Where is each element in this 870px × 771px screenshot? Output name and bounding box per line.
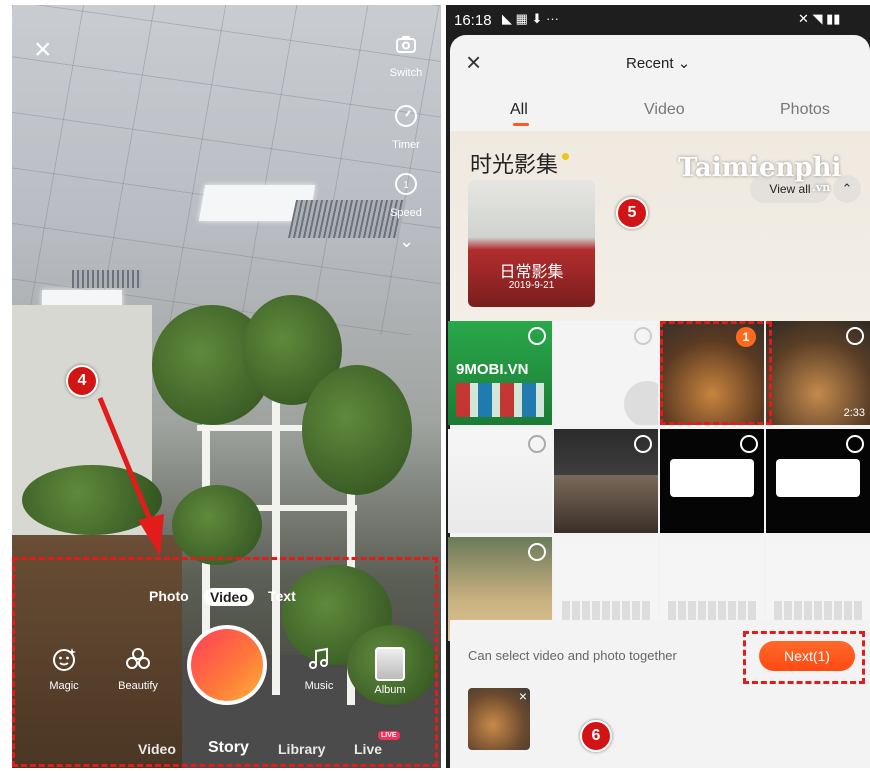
tab-video[interactable]: Video: [644, 101, 685, 119]
select-circle[interactable]: [528, 435, 546, 453]
select-circle[interactable]: [740, 435, 758, 453]
remove-icon[interactable]: ×: [519, 688, 527, 704]
tab-all[interactable]: All: [510, 101, 528, 119]
highlight-box-selected-video: [660, 321, 772, 425]
watermark-suffix: .vn: [812, 181, 831, 194]
arrow-4-shaft: [97, 397, 153, 521]
step-badge-5: 5: [616, 197, 648, 229]
album-dropdown-label: Recent: [626, 55, 674, 72]
grid-cell[interactable]: [554, 429, 658, 533]
close-icon[interactable]: ×: [466, 49, 481, 75]
photo-content: [554, 475, 658, 533]
dialog-preview: [776, 459, 860, 497]
grid-cell[interactable]: [448, 429, 552, 533]
chevron-down-icon: ⌄: [677, 55, 691, 72]
album-cover-title: 日常影集: [499, 264, 564, 281]
selected-thumbnail[interactable]: ×: [468, 688, 530, 750]
decor-dot: [562, 153, 569, 160]
select-circle[interactable]: [634, 327, 652, 345]
album-cover[interactable]: 日常影集 2019-9-21: [468, 180, 595, 307]
tab-all-underline: [513, 123, 529, 126]
album-name: 时光影集: [470, 153, 559, 178]
arrow-4-head: [138, 514, 164, 556]
highlight-box-next: [743, 631, 865, 684]
select-circle[interactable]: [528, 327, 546, 345]
select-circle[interactable]: [528, 543, 546, 561]
select-circle[interactable]: [846, 435, 864, 453]
status-time: 16:18: [454, 12, 492, 29]
menu-icon: [624, 381, 658, 425]
grid-cell[interactable]: [554, 321, 658, 425]
album-cover-date: 2019-9-21: [508, 280, 555, 291]
status-icons-right: ✕ ◥ ▮▮: [798, 11, 841, 26]
grid-cell[interactable]: [660, 429, 764, 533]
step-badge-6: 6: [580, 720, 612, 752]
media-picker-screen: 16:18 ◣ ▦ ⬇ ··· ✕ ◥ ▮▮ × Recent ⌄ All Vi…: [446, 5, 870, 768]
video-duration: 2:33: [843, 407, 865, 419]
footer-hint: Can select video and photo together: [468, 648, 677, 663]
status-bar: 16:18 ◣ ▦ ⬇ ··· ✕ ◥ ▮▮: [446, 5, 870, 35]
select-circle[interactable]: [634, 435, 652, 453]
grid-cell[interactable]: [766, 429, 870, 533]
select-circle[interactable]: [846, 327, 864, 345]
watermark: Taimienphi: [678, 153, 842, 183]
status-icons-left: ◣ ▦ ⬇ ···: [502, 11, 559, 26]
grid-cell[interactable]: 9MOBI.VN: [448, 321, 552, 425]
grid-cell[interactable]: 2:33: [766, 321, 870, 425]
dialog-preview: [670, 459, 754, 497]
grid-cell-label: 9MOBI.VN: [456, 361, 529, 378]
tab-photos[interactable]: Photos: [780, 101, 830, 119]
app-icons-strip: [456, 383, 544, 417]
album-dropdown[interactable]: Recent ⌄: [626, 54, 690, 72]
